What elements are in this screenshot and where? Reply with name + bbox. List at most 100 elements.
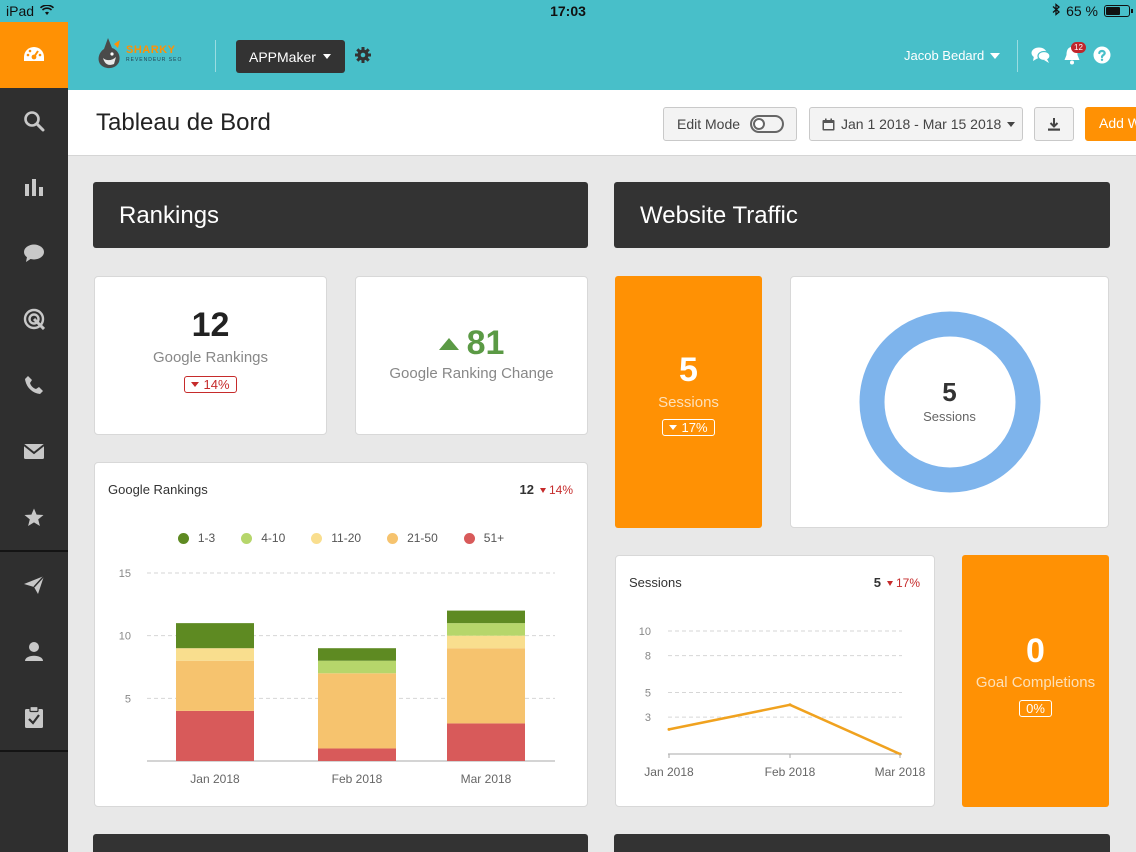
y-tick-label: 8 <box>645 651 651 663</box>
x-tick-label: Feb 2018 <box>332 772 383 786</box>
ranking-change-card[interactable]: 81 Google Ranking Change <box>355 276 588 435</box>
target-icon <box>23 308 45 330</box>
x-tick-label: Feb 2018 <box>765 765 816 779</box>
battery-percent: 65 % <box>1066 3 1098 19</box>
bar-segment <box>447 635 525 649</box>
goal-completions-delta-badge: 0% <box>1019 700 1052 717</box>
y-tick-label: 10 <box>119 631 131 643</box>
x-tick-label: Jan 2018 <box>190 772 240 786</box>
download-icon <box>1048 117 1060 131</box>
brand-name: SHARKY <box>126 44 176 56</box>
sidebar-item-chat[interactable] <box>0 220 68 286</box>
y-tick-label: 10 <box>639 626 651 638</box>
ranking-change-label: Google Ranking Change <box>389 365 554 382</box>
bar-segment <box>447 648 525 724</box>
chevron-down-icon <box>990 52 1001 59</box>
app-selector-dropdown[interactable]: APPMaker <box>236 40 345 73</box>
sidebar-item-search[interactable] <box>0 88 68 154</box>
google-rankings-card[interactable]: 12 Google Rankings 14% <box>94 276 327 435</box>
google-rankings-label: Google Rankings <box>152 349 269 366</box>
goal-completions-card[interactable]: 0 Goal Completions 0% <box>962 555 1109 807</box>
page-title: Tableau de Bord <box>96 109 271 136</box>
series-line <box>668 703 901 756</box>
rankings-section-header: Rankings <box>93 182 588 248</box>
user-icon <box>25 642 43 661</box>
gear-icon[interactable] <box>354 46 372 69</box>
bar-segment <box>318 648 396 661</box>
page-header: Tableau de Bord Edit Mode Jan 1 2018 - M… <box>68 90 1136 156</box>
user-name: Jacob Bedard <box>904 48 985 63</box>
next-section-header <box>93 834 588 852</box>
app-selector-label: APPMaker <box>249 48 316 65</box>
sidebar-item-calls[interactable] <box>0 352 68 418</box>
battery-icon <box>1104 5 1133 17</box>
top-header: SHARKY REVENDEUR SEO APPMaker Jacob Beda… <box>68 22 1136 90</box>
sidebar-item-email[interactable] <box>0 418 68 484</box>
next-section-header <box>614 834 1110 852</box>
bar-segment <box>176 623 254 649</box>
bar-segment <box>447 610 525 624</box>
arrow-up-icon <box>438 337 459 350</box>
chevron-down-icon <box>1007 121 1016 127</box>
data-point <box>667 727 671 731</box>
goal-completions-label: Goal Completions <box>975 674 1096 691</box>
header-divider <box>215 40 216 72</box>
y-tick-label: 3 <box>645 712 651 724</box>
date-range-label: Jan 1 2018 - Mar 15 2018 <box>841 116 1002 132</box>
data-point <box>788 703 792 707</box>
sessions-kpi-card[interactable]: 5 Sessions 17% <box>615 276 762 528</box>
y-tick-label: 15 <box>119 568 131 580</box>
sessions-delta: 17% <box>681 420 708 435</box>
sessions-delta-badge: 17% <box>662 419 715 436</box>
star-icon <box>24 508 44 526</box>
clock: 17:03 <box>550 3 586 19</box>
sidebar <box>0 22 68 852</box>
clipboard-icon <box>25 706 43 728</box>
bar-segment <box>318 673 396 749</box>
sessions-chart-card[interactable]: Sessions 5 17% 3 5 8 10 Jan 2018 Feb 2018 Mar … <box>615 555 935 807</box>
sidebar-item-tasks[interactable] <box>0 684 68 750</box>
bar-segment <box>176 710 254 761</box>
edit-mode-switch[interactable] <box>750 115 785 133</box>
help-icon[interactable] <box>1093 46 1111 69</box>
dashboard-icon <box>24 47 44 61</box>
x-tick-label: Jan 2018 <box>644 765 694 779</box>
x-tick-label: Mar 2018 <box>461 772 512 786</box>
sidebar-item-reports[interactable] <box>0 154 68 220</box>
sidebar-item-contacts[interactable] <box>0 618 68 684</box>
google-rankings-chart-card[interactable]: Google Rankings 12 14% 1-3 4-10 11-20 21-50… <box>94 462 588 807</box>
brand-tagline: REVENDEUR SEO <box>126 57 183 63</box>
notification-count-badge: 12 <box>1071 42 1086 53</box>
brand-logo[interactable]: SHARKY REVENDEUR SEO <box>94 36 194 74</box>
sidebar-item-targets[interactable] <box>0 286 68 352</box>
edit-mode-label: Edit Mode <box>677 116 741 132</box>
date-range-picker[interactable]: Jan 1 2018 - Mar 15 2018 <box>809 107 1023 141</box>
sidebar-item-campaigns[interactable] <box>0 552 68 618</box>
add-widget-button[interactable]: Add W <box>1085 107 1136 141</box>
y-tick-label: 5 <box>645 688 651 700</box>
sidebar-item-dashboard[interactable] <box>0 22 68 88</box>
bar-chart-icon <box>25 179 43 196</box>
user-menu[interactable]: Jacob Bedard <box>904 48 1001 63</box>
sidebar-item-reviews[interactable] <box>0 484 68 550</box>
google-rankings-bar-chart: 5 10 15 Jan 2018 Feb 2018 Mar 2018 <box>119 568 555 786</box>
x-tick-label: Mar 2018 <box>875 765 926 779</box>
bar-segment <box>176 648 254 661</box>
edit-mode-toggle-button[interactable]: Edit Mode <box>663 107 797 141</box>
caret-down-icon <box>669 425 678 430</box>
download-button[interactable] <box>1034 107 1074 141</box>
traffic-section-header: Website Traffic <box>614 182 1110 248</box>
search-icon <box>24 111 45 132</box>
shark-logo-icon <box>98 38 120 69</box>
sidebar-divider <box>0 750 68 752</box>
bar-segment <box>176 660 254 711</box>
google-rankings-delta-badge: 14% <box>184 376 237 393</box>
sessions-line-chart: 3 5 8 10 Jan 2018 Feb 2018 Mar 2018 <box>639 626 926 779</box>
messages-icon[interactable] <box>1031 46 1051 69</box>
caret-down-icon <box>191 382 200 387</box>
mail-icon <box>23 443 45 459</box>
send-icon <box>24 575 45 594</box>
status-bar: iPad 17:03 65 % <box>0 0 1136 22</box>
sessions-donut-card[interactable]: 5 Sessions <box>790 276 1109 528</box>
bar-segment <box>318 660 396 674</box>
